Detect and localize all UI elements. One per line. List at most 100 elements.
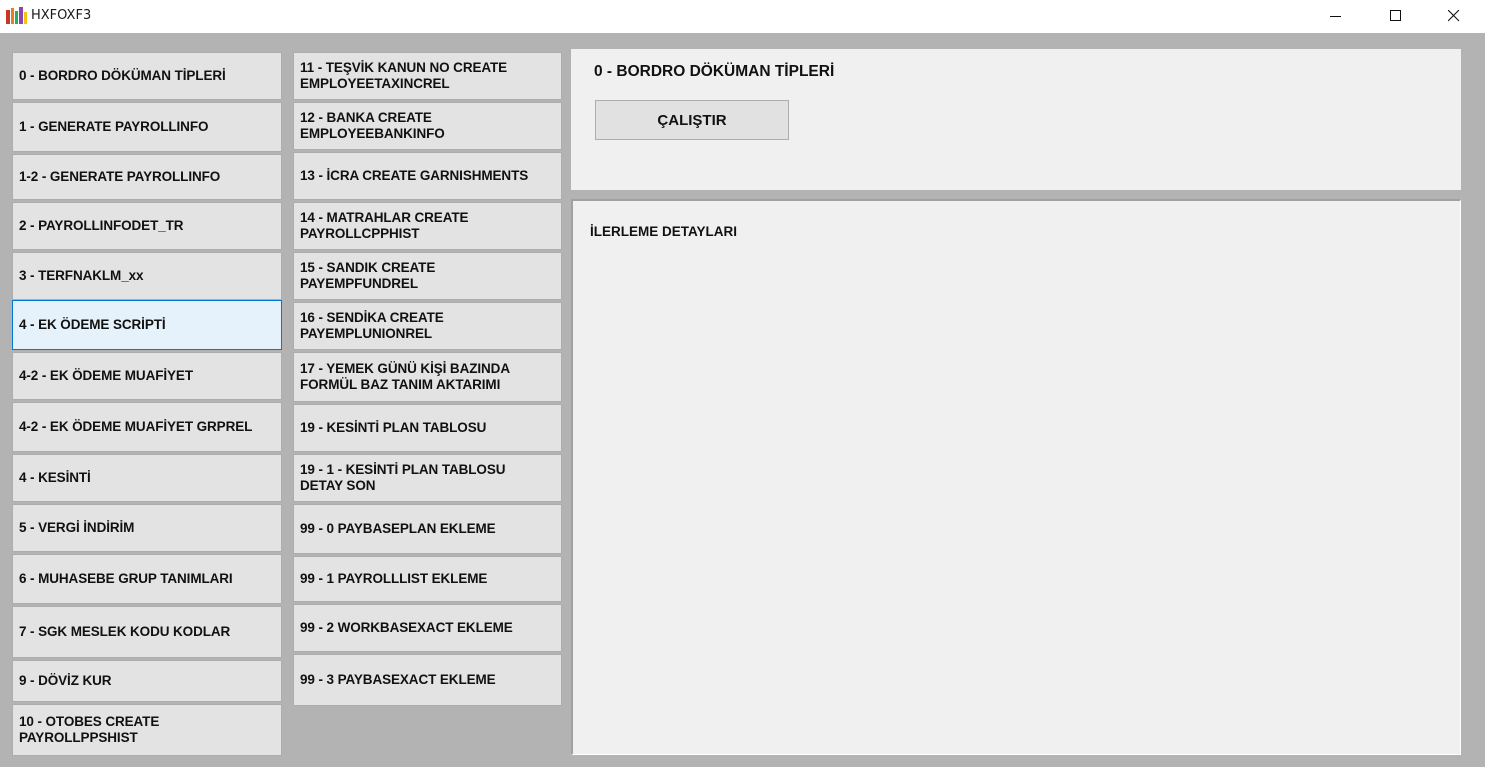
selected-script-title: 0 - BORDRO DÖKÜMAN TİPLERİ xyxy=(594,63,835,80)
script-button-label: 4 - EK ÖDEME SCRİPTİ xyxy=(19,317,166,333)
script-button-label: 99 - 3 PAYBASEXACT EKLEME xyxy=(300,672,496,688)
script-button-label: 16 - SENDİKA CREATE PAYEMPLUNIONREL xyxy=(300,310,444,342)
script-button-label: 17 - YEMEK GÜNÜ KİŞİ BAZINDA FORMÜL BAZ T… xyxy=(300,361,510,393)
script-button-label: 1 - GENERATE PAYROLLINFO xyxy=(19,119,208,135)
close-button[interactable] xyxy=(1431,0,1477,33)
app-icon xyxy=(6,7,27,24)
minimize-button[interactable] xyxy=(1313,0,1359,33)
minimize-icon xyxy=(1330,16,1341,17)
script-button-label: 4-2 - EK ÖDEME MUAFİYET GRPREL xyxy=(19,419,252,435)
script-button-label: 5 - VERGİ İNDİRİM xyxy=(19,520,134,536)
script-button[interactable]: 16 - SENDİKA CREATE PAYEMPLUNIONREL xyxy=(293,302,562,350)
script-button[interactable]: 6 - MUHASEBE GRUP TANIMLARI xyxy=(12,554,282,604)
script-button[interactable]: 4-2 - EK ÖDEME MUAFİYET xyxy=(12,352,282,400)
script-button-label-line: 99 - 2 WORKBASEXACT EKLEME xyxy=(300,620,513,635)
script-button-label-line: 15 - SANDIK CREATE xyxy=(300,260,436,275)
script-button-label-line: 12 - BANKA CREATE xyxy=(300,110,432,125)
title-bar: HXFOXF3 xyxy=(0,0,1485,33)
script-button-label: 15 - SANDIK CREATE PAYEMPFUNDREL xyxy=(300,260,435,292)
script-button[interactable]: 99 - 0 PAYBASEPLAN EKLEME xyxy=(293,504,562,554)
script-button-label-line: 4-2 - EK ÖDEME MUAFİYET xyxy=(19,368,193,383)
script-button-label: 10 - OTOBES CREATE PAYROLLPPSHIST xyxy=(19,714,159,746)
script-button-label-line: 99 - 3 PAYBASEXACT EKLEME xyxy=(300,672,496,687)
script-button[interactable]: 11 - TEŞVİK KANUN NO CREATE EMPLOYEETAXIN… xyxy=(293,52,562,100)
script-button[interactable]: 2 - PAYROLLINFODET_TR xyxy=(12,202,282,250)
script-button[interactable]: 9 - DÖVİZ KUR xyxy=(12,660,282,702)
script-button[interactable]: 7 - SGK MESLEK KODU KODLAR xyxy=(12,606,282,658)
script-button-label-line: PAYEMPLUNIONREL xyxy=(300,326,433,341)
script-button-label-line: 99 - 1 PAYROLLLIST EKLEME xyxy=(300,571,488,586)
script-button[interactable]: 3 - TERFNAKLM_xx xyxy=(12,252,282,300)
script-button-label-line: 4 - KESİNTİ xyxy=(19,470,91,485)
script-button-label-line: 17 - YEMEK GÜNÜ KİŞİ BAZINDA xyxy=(300,361,510,376)
script-button[interactable]: 99 - 1 PAYROLLLIST EKLEME xyxy=(293,556,562,602)
script-button-label-line: 10 - OTOBES CREATE xyxy=(19,714,160,729)
script-button-label: 2 - PAYROLLINFODET_TR xyxy=(19,218,184,234)
script-button-label-line: 9 - DÖVİZ KUR xyxy=(19,673,112,688)
script-button-label: 14 - MATRAHLAR CREATE PAYROLLCPPHIST xyxy=(300,210,469,242)
close-icon xyxy=(1448,10,1460,22)
script-button[interactable]: 19 - 1 - KESİNTİ PLAN TABLOSU DETAY SON xyxy=(293,454,562,502)
script-button-label-line: 7 - SGK MESLEK KODU KODLAR xyxy=(19,624,231,639)
script-button-label-line: 11 - TEŞVİK KANUN NO CREATE xyxy=(300,60,508,75)
script-button-label-line: 14 - MATRAHLAR CREATE xyxy=(300,210,469,225)
script-button[interactable]: 1-2 - GENERATE PAYROLLINFO xyxy=(12,154,282,200)
script-button-label: 7 - SGK MESLEK KODU KODLAR xyxy=(19,624,230,640)
script-button-label-line: FORMÜL BAZ TANIM AKTARIMI xyxy=(300,377,501,392)
script-button[interactable]: 4 - KESİNTİ xyxy=(12,454,282,502)
script-button-label-line: 4 - EK ÖDEME SCRİPTİ xyxy=(19,317,166,332)
script-button[interactable]: 0 - BORDRO DÖKÜMAN TİPLERİ xyxy=(12,52,282,100)
script-button-label-line: 19 - KESİNTİ PLAN TABLOSU xyxy=(300,420,487,435)
script-button[interactable]: 99 - 3 PAYBASEXACT EKLEME xyxy=(293,654,562,706)
script-button-label-line: PAYEMPFUNDREL xyxy=(300,276,418,291)
script-button-label: 12 - BANKA CREATE EMPLOYEEBANKINFO xyxy=(300,110,445,142)
script-button[interactable]: 10 - OTOBES CREATE PAYROLLPPSHIST xyxy=(12,704,282,756)
script-button-label-line: 5 - VERGİ İNDİRİM xyxy=(19,520,135,535)
progress-details-label: İLERLEME DETAYLARI xyxy=(590,224,738,239)
maximize-button[interactable] xyxy=(1373,0,1419,33)
script-button[interactable]: 17 - YEMEK GÜNÜ KİŞİ BAZINDA FORMÜL BAZ T… xyxy=(293,352,562,402)
script-button[interactable]: 12 - BANKA CREATE EMPLOYEEBANKINFO xyxy=(293,102,562,150)
script-button[interactable]: 14 - MATRAHLAR CREATE PAYROLLCPPHIST xyxy=(293,202,562,250)
script-button-label-line: PAYROLLPPSHIST xyxy=(19,730,138,745)
script-button-label-line: EMPLOYEEBANKINFO xyxy=(300,126,445,141)
script-button[interactable]: 19 - KESİNTİ PLAN TABLOSU xyxy=(293,404,562,452)
script-button[interactable]: 1 - GENERATE PAYROLLINFO xyxy=(12,102,282,152)
script-button-label: 11 - TEŞVİK KANUN NO CREATE EMPLOYEETAXIN… xyxy=(300,60,507,92)
script-button-label: 6 - MUHASEBE GRUP TANIMLARI xyxy=(19,571,233,587)
script-button[interactable]: 15 - SANDIK CREATE PAYEMPFUNDREL xyxy=(293,252,562,300)
progress-details-panel xyxy=(571,199,1461,755)
script-button-label-line: 16 - SENDİKA CREATE xyxy=(300,310,444,325)
script-button-label-line: EMPLOYEETAXINCREL xyxy=(300,76,450,91)
script-button-label: 19 - 1 - KESİNTİ PLAN TABLOSU DETAY SON xyxy=(300,462,505,494)
script-button-label-line: 1 - GENERATE PAYROLLINFO xyxy=(19,119,209,134)
script-button-label-line: 1-2 - GENERATE PAYROLLINFO xyxy=(19,169,221,184)
script-button-label: 1-2 - GENERATE PAYROLLINFO xyxy=(19,169,220,185)
window-title: HXFOXF3 xyxy=(31,8,92,23)
script-button[interactable]: 13 - İCRA CREATE GARNISHMENTS xyxy=(293,152,562,200)
script-button[interactable]: 99 - 2 WORKBASEXACT EKLEME xyxy=(293,604,562,652)
script-button[interactable]: 4-2 - EK ÖDEME MUAFİYET GRPREL xyxy=(12,402,282,452)
script-button[interactable]: 5 - VERGİ İNDİRİM xyxy=(12,504,282,552)
maximize-icon xyxy=(1390,10,1401,21)
script-button-label: 99 - 1 PAYROLLLIST EKLEME xyxy=(300,571,487,587)
script-button-label-line: 6 - MUHASEBE GRUP TANIMLARI xyxy=(19,571,233,586)
script-button-label: 3 - TERFNAKLM_xx xyxy=(19,268,144,284)
script-button-label-line: 2 - PAYROLLINFODET_TR xyxy=(19,218,184,233)
script-button-label: 19 - KESİNTİ PLAN TABLOSU xyxy=(300,420,486,436)
script-button-label-line: 19 - 1 - KESİNTİ PLAN TABLOSU xyxy=(300,462,506,477)
script-button-label-line: 4-2 - EK ÖDEME MUAFİYET GRPREL xyxy=(19,419,253,434)
script-button-label: 99 - 2 WORKBASEXACT EKLEME xyxy=(300,620,513,636)
script-button-label-line: PAYROLLCPPHIST xyxy=(300,226,420,241)
script-button-label-line: 3 - TERFNAKLM_xx xyxy=(19,268,144,283)
script-button-label: 4 - KESİNTİ xyxy=(19,470,91,486)
script-button-label: 99 - 0 PAYBASEPLAN EKLEME xyxy=(300,521,496,537)
script-button[interactable]: 4 - EK ÖDEME SCRİPTİ xyxy=(12,300,282,350)
script-button-label: 9 - DÖVİZ KUR xyxy=(19,673,112,689)
script-button-label: 4-2 - EK ÖDEME MUAFİYET xyxy=(19,368,193,384)
script-button-label-line: 99 - 0 PAYBASEPLAN EKLEME xyxy=(300,521,496,536)
run-button[interactable]: ÇALIŞTIR xyxy=(595,100,789,140)
script-button-label: 13 - İCRA CREATE GARNISHMENTS xyxy=(300,168,528,184)
script-button-label-line: 0 - BORDRO DÖKÜMAN TİPLERİ xyxy=(19,68,226,83)
script-button-label-line: DETAY SON xyxy=(300,478,376,493)
